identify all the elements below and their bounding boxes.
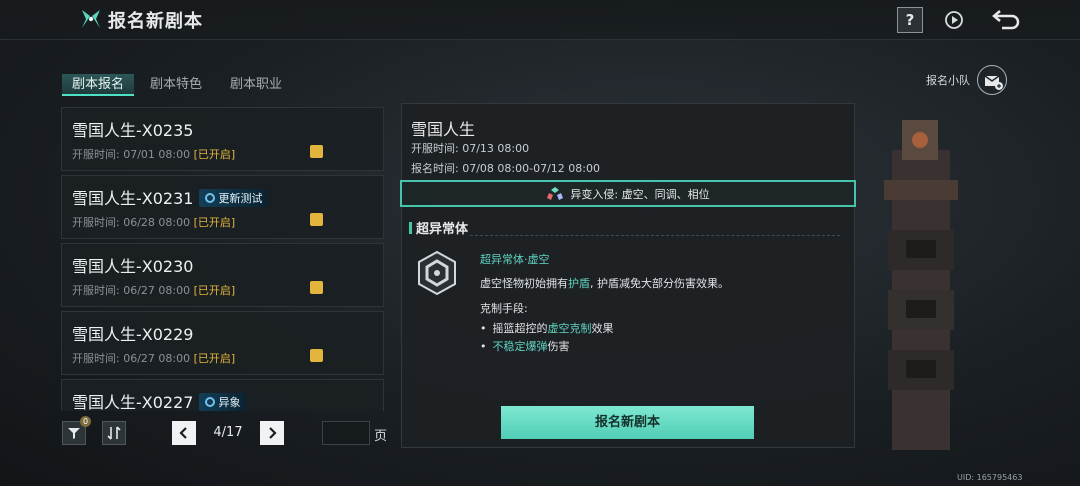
- prev-page-button[interactable]: [172, 421, 196, 445]
- sort-icon: [107, 426, 121, 440]
- mechanic-description: 虚空怪物初始拥有护盾, 护盾减免大部分伤害效果。: [480, 275, 729, 291]
- lock-icon: [310, 145, 323, 158]
- counter-item: 不稳定爆弹伤害: [480, 338, 570, 354]
- tag-icon: [205, 193, 216, 203]
- open-time-text: 开服时间: 06/28 08:00: [72, 216, 191, 229]
- counter-text: 伤害: [547, 340, 570, 353]
- section-divider: [470, 235, 840, 236]
- desc-highlight: 护盾: [568, 277, 590, 290]
- mechanic-name: 超异常体·虚空: [480, 253, 550, 266]
- server-card[interactable]: 雪国人生-X0231 更新测试 开服时间: 06/28 08:00 [已开启]: [61, 175, 384, 239]
- help-button[interactable]: ?: [897, 7, 923, 33]
- server-card[interactable]: 雪国人生-X0230 开服时间: 06/27 08:00 [已开启]: [61, 243, 384, 307]
- mutation-icon: [547, 186, 564, 200]
- tag-icon: [205, 397, 216, 407]
- next-page-button[interactable]: [260, 421, 284, 445]
- counter-text: 摇篮超控的: [492, 322, 548, 335]
- server-name: 雪国人生-X0229: [72, 325, 194, 344]
- team-label: 报名小队: [926, 74, 970, 87]
- tag-text: 更新测试: [218, 192, 263, 205]
- counter-highlight: 不稳定爆弹: [492, 340, 548, 353]
- register-new-script-button[interactable]: 报名新剧本: [501, 406, 754, 439]
- server-name: 雪国人生-X0230: [72, 257, 194, 276]
- back-arrow-icon: [992, 10, 1020, 30]
- page-unit-label: 页: [374, 429, 388, 444]
- replay-button[interactable]: [941, 7, 967, 33]
- sort-button[interactable]: [102, 421, 126, 445]
- status-open: [已开启]: [193, 284, 236, 297]
- back-button[interactable]: [990, 5, 1024, 33]
- uid-label: UID: 165795463: [957, 473, 1023, 482]
- server-open-time: 开服时间: 06/27 08:00 [已开启]: [72, 350, 235, 366]
- lock-icon: [310, 213, 323, 226]
- server-name: 雪国人生-X0235: [72, 121, 194, 140]
- page-number-input[interactable]: [322, 421, 370, 445]
- status-open: [已开启]: [193, 352, 236, 365]
- status-open: [已开启]: [193, 216, 236, 229]
- chevron-right-icon: [269, 427, 277, 439]
- counter-highlight: 虚空克制: [547, 322, 592, 335]
- mutation-info-bar[interactable]: 异变入侵: 虚空、同调、相位: [400, 180, 856, 207]
- server-card[interactable]: 雪国人生-X0235 开服时间: 07/01 08:00 [已开启]: [61, 107, 384, 171]
- team-mail-icon: [984, 75, 1003, 90]
- server-open-time: 开服时间: 06/27 08:00 [已开启]: [72, 282, 235, 298]
- server-name-text: 雪国人生-X0231: [72, 189, 194, 208]
- mutation-text: 异变入侵: 虚空、同调、相位: [570, 187, 710, 201]
- filter-count-badge: 0: [80, 416, 91, 427]
- page-indicator: 4/17: [213, 425, 243, 440]
- open-time-text: 开服时间: 06/27 08:00: [72, 284, 191, 297]
- section-accent-bar: [409, 222, 412, 234]
- void-mechanic-icon: [418, 250, 456, 296]
- server-open-time: 开服时间: 06/28 08:00 [已开启]: [72, 214, 235, 230]
- desc-text: , 护盾减免大部分伤害效果。: [590, 277, 729, 290]
- tab-features[interactable]: 剧本特色: [140, 74, 212, 96]
- lock-icon: [310, 349, 323, 362]
- tab-classes[interactable]: 剧本职业: [220, 74, 292, 96]
- server-name: 雪国人生-X0227 异象: [72, 389, 247, 413]
- tab-register[interactable]: 剧本报名: [62, 74, 135, 96]
- game-logo-icon: [82, 10, 100, 28]
- play-circle-icon: [945, 11, 963, 29]
- server-card[interactable]: 雪国人生-X0229 开服时间: 06/27 08:00 [已开启]: [61, 311, 384, 375]
- detail-title: 雪国人生: [411, 120, 476, 139]
- detail-registration-time: 报名时间: 07/08 08:00-07/12 08:00: [411, 162, 600, 175]
- server-card[interactable]: 雪国人生-X0227 异象: [61, 379, 384, 413]
- lock-icon: [310, 281, 323, 294]
- counter-label: 克制手段:: [480, 302, 528, 315]
- desc-text: 虚空怪物初始拥有: [480, 277, 568, 290]
- counter-text: 效果: [591, 322, 614, 335]
- page-title: 报名新剧本: [108, 11, 203, 32]
- status-open: [已开启]: [193, 148, 236, 161]
- server-name-text: 雪国人生-X0227: [72, 393, 194, 412]
- tag-text: 异象: [218, 396, 241, 409]
- server-open-time: 开服时间: 07/01 08:00 [已开启]: [72, 146, 235, 162]
- section-title: 超异常体: [416, 222, 469, 237]
- filter-icon: [68, 428, 80, 439]
- chevron-left-icon: [179, 427, 187, 439]
- team-button[interactable]: [977, 65, 1007, 95]
- tower-artwork: [884, 120, 958, 450]
- open-time-text: 开服时间: 07/01 08:00: [72, 148, 191, 161]
- counter-item: 摇篮超控的虚空克制效果: [480, 320, 614, 336]
- detail-open-time: 开服时间: 07/13 08:00: [411, 142, 530, 155]
- open-time-text: 开服时间: 06/27 08:00: [72, 352, 191, 365]
- tab-bar: 剧本报名 剧本特色 剧本职业: [62, 74, 300, 96]
- server-name: 雪国人生-X0231 更新测试: [72, 185, 269, 209]
- anomaly-tag: 异象: [199, 393, 247, 411]
- update-test-tag: 更新测试: [199, 189, 269, 207]
